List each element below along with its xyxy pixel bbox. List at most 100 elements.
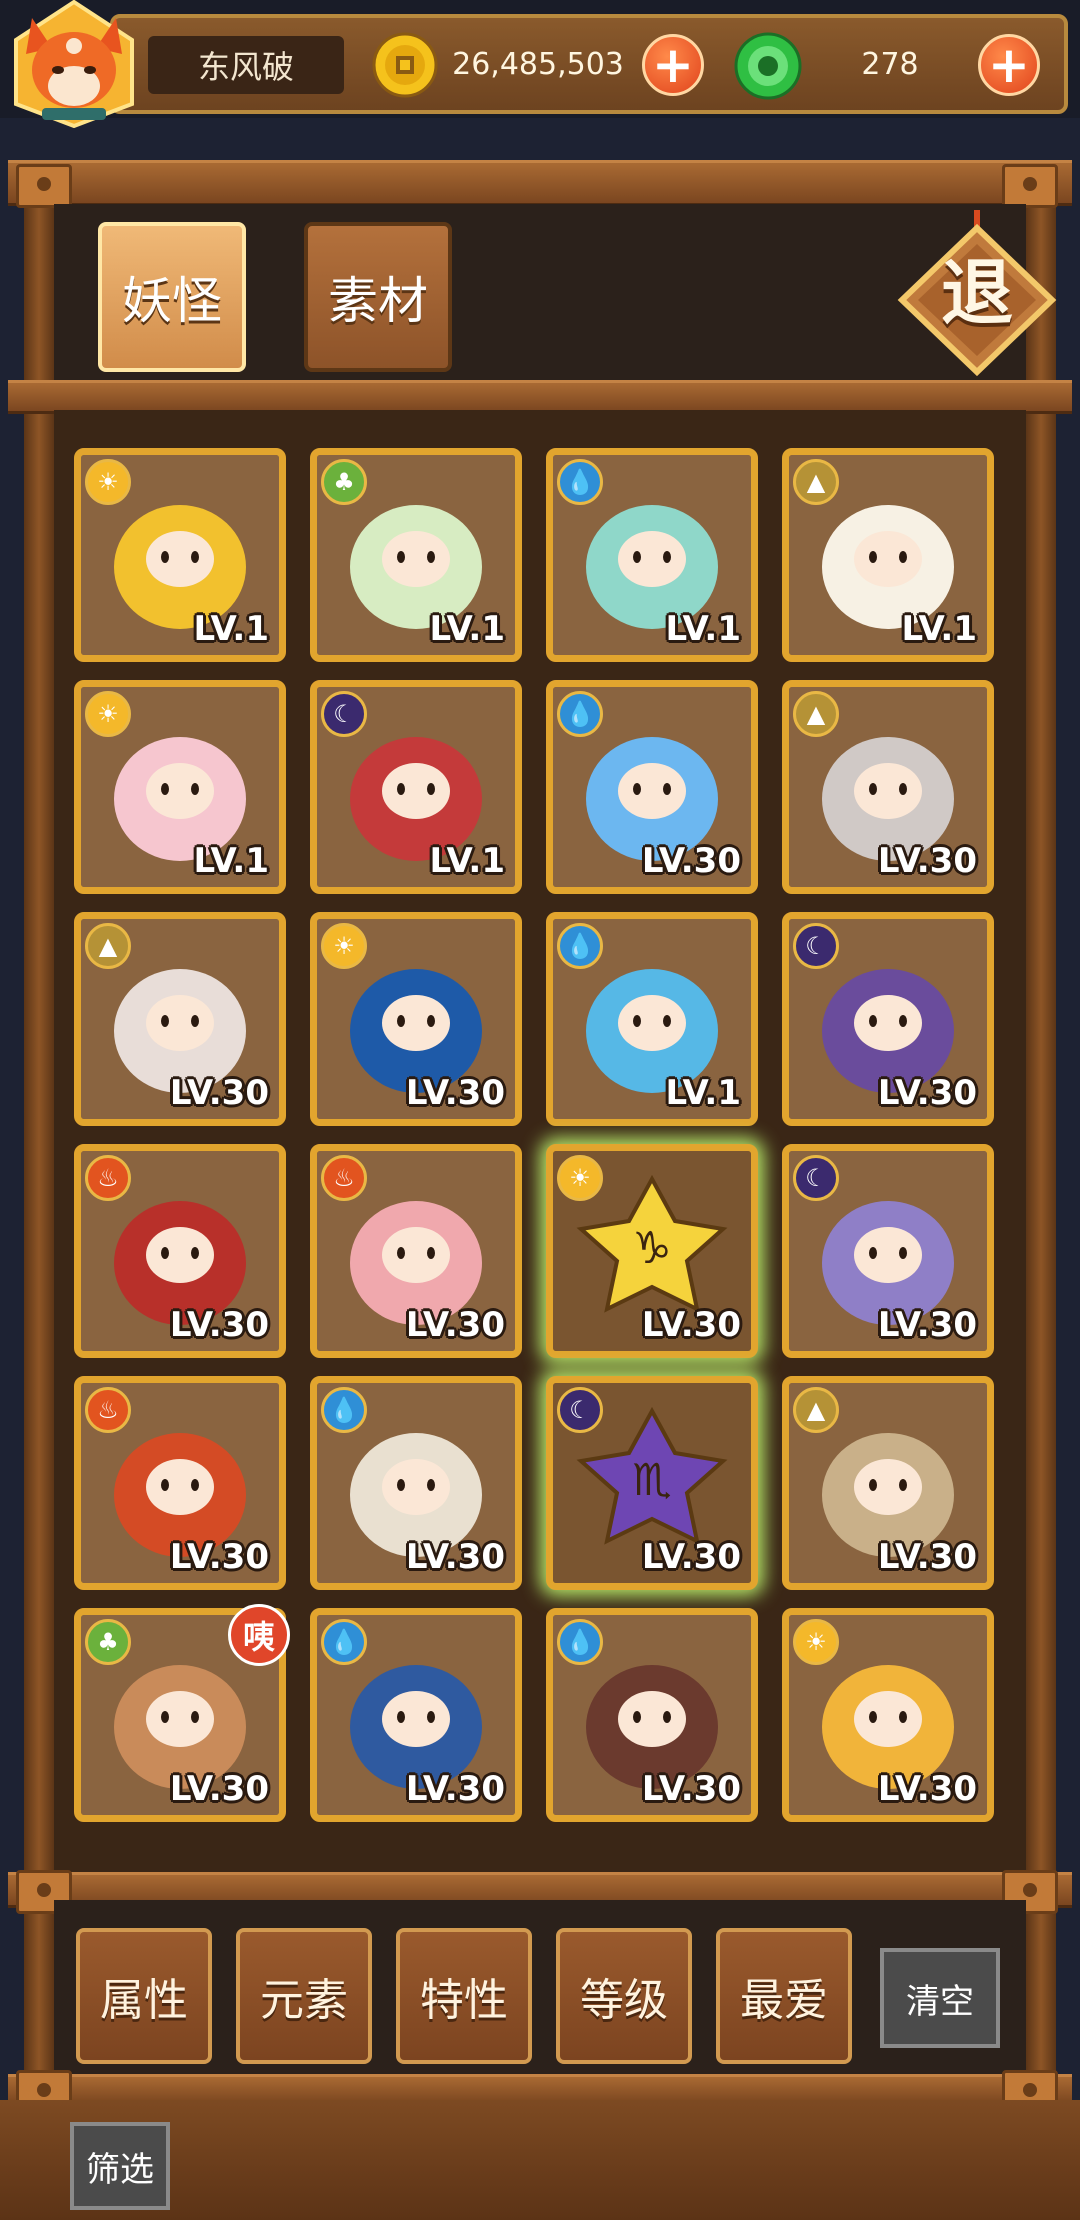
filter-trait-button[interactable]: 特性 <box>396 1928 532 2064</box>
monster-level: LV.30 <box>405 1537 505 1577</box>
monster-level: LV.1 <box>901 609 978 649</box>
water-element-icon: 💧 <box>557 1619 603 1665</box>
tab-monsters[interactable]: 妖怪 <box>98 222 246 372</box>
frame-left-post <box>24 160 54 2090</box>
monster-level: LV.1 <box>193 609 270 649</box>
monster-level: LV.30 <box>169 1769 269 1809</box>
monster-card[interactable]: ☾ LV.30 <box>782 1144 994 1358</box>
light-element-icon: ☀ <box>321 923 367 969</box>
monster-card[interactable]: ☀ LV.1 <box>74 680 286 894</box>
fox-avatar-icon[interactable] <box>4 0 144 128</box>
beam-bolt <box>1002 164 1058 208</box>
filter-attribute-button[interactable]: 属性 <box>76 1928 212 2064</box>
monster-card[interactable]: ♣ LV.1 <box>310 448 522 662</box>
dark-element-icon: ☾ <box>793 923 839 969</box>
monster-card[interactable]: ☀ LV.30 <box>782 1608 994 1822</box>
monster-level: LV.1 <box>665 609 742 649</box>
monster-level: LV.1 <box>193 841 270 881</box>
monster-card[interactable]: ▲ LV.30 <box>782 1376 994 1590</box>
monster-level: LV.30 <box>877 841 977 881</box>
monster-level: LV.30 <box>641 1769 741 1809</box>
plus-icon: + <box>988 36 1030 94</box>
tab-materials[interactable]: 素材 <box>304 222 452 372</box>
water-element-icon: 💧 <box>557 459 603 505</box>
earth-element-icon: ▲ <box>793 459 839 505</box>
monster-level: LV.30 <box>877 1305 977 1345</box>
monster-card[interactable]: ☾ LV.1 <box>310 680 522 894</box>
plus-icon: + <box>652 36 694 94</box>
monster-card[interactable]: ▲ LV.1 <box>782 448 994 662</box>
monster-level: LV.30 <box>169 1073 269 1113</box>
light-element-icon: ☀ <box>85 691 131 737</box>
monster-card[interactable]: 💧 LV.30 <box>546 680 758 894</box>
player-name-box: 东风破 <box>148 36 344 94</box>
monster-level: LV.1 <box>665 1073 742 1113</box>
monster-level: LV.30 <box>405 1769 505 1809</box>
exit-label[interactable]: 退 <box>892 248 1062 338</box>
svg-text:♏: ♏ <box>632 1455 671 1506</box>
monster-level: LV.30 <box>877 1073 977 1113</box>
add-gems-button[interactable]: + <box>978 34 1040 96</box>
nature-element-icon: ♣ <box>321 459 367 505</box>
monster-card[interactable]: ♨ LV.30 <box>74 1144 286 1358</box>
monster-level: LV.30 <box>877 1769 977 1809</box>
gem-balance: 278 <box>861 47 919 82</box>
monster-grid: ☀ LV.1 ♣ LV.1 💧 LV.1 ▲ LV.1 ☀ LV.1 ☾ LV.1 💧 LV.30 ▲ LV.… <box>74 448 1004 1848</box>
gold-coin-icon <box>372 32 438 98</box>
water-element-icon: 💧 <box>557 691 603 737</box>
tab-divider-beam <box>8 380 1072 414</box>
fire-element-icon: ♨ <box>85 1387 131 1433</box>
monster-card[interactable]: 💧 LV.30 <box>546 1608 758 1822</box>
light-element-icon: ☀ <box>557 1155 603 1201</box>
earth-element-icon: ▲ <box>85 923 131 969</box>
water-element-icon: 💧 <box>321 1619 367 1665</box>
monster-card[interactable]: ☀ LV.1 <box>74 448 286 662</box>
monster-level: LV.1 <box>429 841 506 881</box>
water-element-icon: 💧 <box>321 1387 367 1433</box>
filter-level-button[interactable]: 等级 <box>556 1928 692 2064</box>
dark-element-icon: ☾ <box>321 691 367 737</box>
monster-level: LV.30 <box>169 1305 269 1345</box>
monster-card[interactable]: ♨ LV.30 <box>310 1144 522 1358</box>
nature-element-icon: ♣ <box>85 1619 131 1665</box>
svg-text:♑: ♑ <box>632 1223 671 1274</box>
earth-element-icon: ▲ <box>793 691 839 737</box>
fire-element-icon: ♨ <box>85 1155 131 1201</box>
monster-card[interactable]: ♏ ☾ LV.30 <box>546 1376 758 1590</box>
monster-level: LV.30 <box>641 841 741 881</box>
light-element-icon: ☀ <box>85 459 131 505</box>
trait-badge: 咦 <box>228 1604 290 1666</box>
monster-level: LV.30 <box>877 1537 977 1577</box>
fire-element-icon: ♨ <box>321 1155 367 1201</box>
green-gem-icon <box>734 32 802 100</box>
water-element-icon: 💧 <box>557 923 603 969</box>
monster-card[interactable]: ♑ ☀ LV.30 <box>546 1144 758 1358</box>
beam-bolt <box>16 164 72 208</box>
coin-balance: 26,485,503 <box>452 47 624 82</box>
monster-card[interactable]: 💧 LV.30 <box>310 1376 522 1590</box>
monster-card[interactable]: ☾ LV.30 <box>782 912 994 1126</box>
filter-favorite-button[interactable]: 最爱 <box>716 1928 852 2064</box>
monster-level: LV.30 <box>405 1305 505 1345</box>
screen-button[interactable]: 筛选 <box>70 2122 170 2210</box>
monster-card[interactable]: 💧 LV.1 <box>546 912 758 1126</box>
monster-level: LV.30 <box>641 1305 741 1345</box>
earth-element-icon: ▲ <box>793 1387 839 1433</box>
monster-card[interactable]: 💧 LV.1 <box>546 448 758 662</box>
player-name: 东风破 <box>197 48 294 86</box>
monster-card[interactable]: ☀ LV.30 <box>310 912 522 1126</box>
monster-level: LV.30 <box>405 1073 505 1113</box>
filter-element-button[interactable]: 元素 <box>236 1928 372 2064</box>
monster-card[interactable]: 💧 LV.30 <box>310 1608 522 1822</box>
top-beam <box>8 160 1072 208</box>
frame-right-post <box>1026 160 1056 2090</box>
light-element-icon: ☀ <box>793 1619 839 1665</box>
clear-filters-button[interactable]: 清空 <box>880 1948 1000 2048</box>
monster-level: LV.30 <box>641 1537 741 1577</box>
monster-card[interactable]: ♨ LV.30 <box>74 1376 286 1590</box>
monster-card[interactable]: ▲ LV.30 <box>74 912 286 1126</box>
monster-card[interactable]: ▲ LV.30 <box>782 680 994 894</box>
monster-level: LV.1 <box>429 609 506 649</box>
add-coins-button[interactable]: + <box>642 34 704 96</box>
top-bar: 东风破 26,485,503 + 278 + <box>0 0 1080 128</box>
